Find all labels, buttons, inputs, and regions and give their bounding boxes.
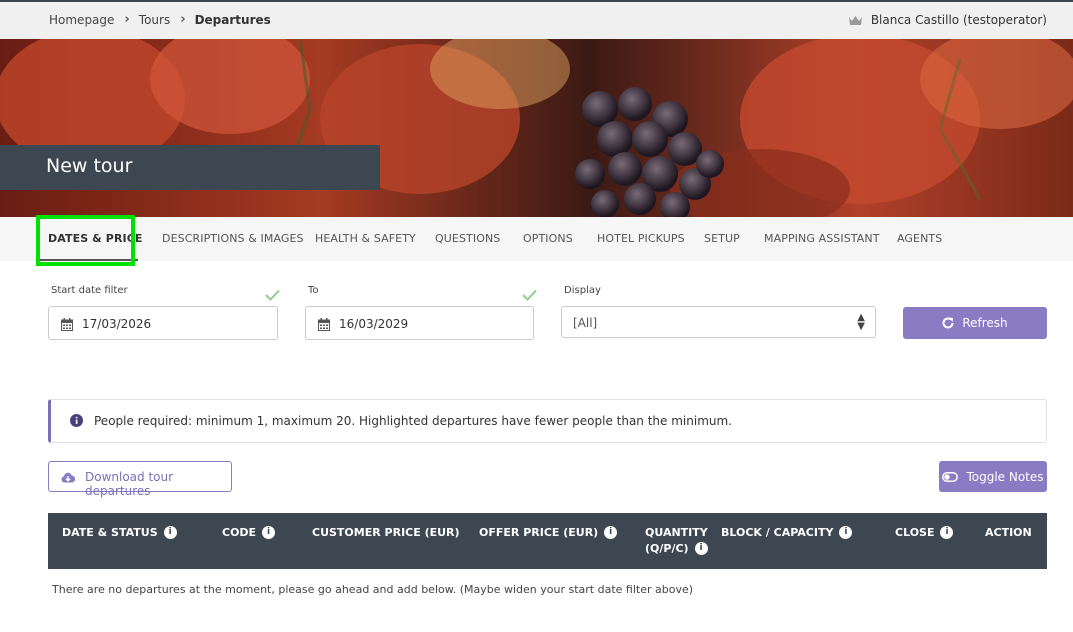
tab-hotel-pickups[interactable]: HOTEL PICKUPS: [597, 232, 685, 245]
breadcrumb-current: Departures: [194, 12, 271, 27]
col-code[interactable]: CODE i: [222, 526, 276, 539]
col-close[interactable]: CLOSE i: [895, 526, 954, 539]
tab-bar: DATES & PRICE DESCRIPTIONS & IMAGES HEAL…: [0, 217, 1073, 261]
to-date-label: To: [308, 285, 319, 296]
tab-descriptions-images[interactable]: DESCRIPTIONS & IMAGES: [162, 232, 304, 245]
info-icon: [70, 414, 83, 427]
col-code-label: CODE: [222, 526, 257, 539]
sort-arrows-icon: ▲ ▼: [857, 312, 865, 332]
hero-title-bar: New tour: [0, 145, 380, 190]
calendar-icon: [318, 318, 330, 331]
start-date-value: 17/03/2026: [82, 317, 152, 331]
empty-table-message: There are no departures at the moment, p…: [52, 583, 694, 596]
tab-health-safety[interactable]: HEALTH & SAFETY: [315, 232, 416, 245]
tab-mapping-assistant[interactable]: MAPPING ASSISTANT: [764, 232, 880, 245]
info-icon[interactable]: i: [163, 526, 177, 539]
display-label: Display: [564, 285, 601, 296]
highlight-box: [36, 215, 135, 266]
departures-table-header: DATE & STATUS i CODE i CUSTOMER PRICE (EUR…: [48, 513, 1047, 569]
toggle-notes-label: Toggle Notes: [966, 469, 1044, 484]
col-block-capacity-label: BLOCK / CAPACITY: [721, 526, 834, 539]
page-title: New tour: [46, 155, 133, 177]
refresh-label: Refresh: [962, 316, 1008, 330]
tab-agents[interactable]: AGENTS: [897, 232, 942, 245]
top-bar: Homepage › Tours › Departures Blanca Cas…: [0, 2, 1073, 39]
col-quantity-sublabel: (Q/P/C): [645, 542, 689, 555]
start-date-input[interactable]: 17/03/2026: [48, 306, 278, 340]
tab-questions[interactable]: QUESTIONS: [435, 232, 500, 245]
chevron-right-icon: ›: [180, 12, 186, 27]
col-offer-price-label: OFFER PRICE (EUR): [479, 526, 599, 539]
breadcrumb-tours[interactable]: Tours: [139, 13, 170, 27]
tab-options[interactable]: OPTIONS: [523, 232, 573, 245]
to-date-value: 16/03/2029: [339, 317, 409, 331]
crown-icon: [848, 15, 862, 25]
col-quantity-label: QUANTITY: [645, 526, 708, 539]
col-offer-price[interactable]: OFFER PRICE (EUR) i: [479, 526, 618, 539]
user-name: Blanca Castillo: [870, 13, 960, 27]
info-icon[interactable]: i: [839, 526, 853, 539]
refresh-icon: [942, 317, 954, 329]
col-customer-price-label: CUSTOMER PRICE (EUR): [312, 526, 460, 539]
info-icon[interactable]: i: [262, 526, 276, 539]
start-date-label: Start date filter: [51, 285, 128, 296]
col-date-status[interactable]: DATE & STATUS i: [62, 526, 177, 539]
breadcrumb-homepage[interactable]: Homepage: [49, 13, 114, 27]
download-label: Download tour departures: [85, 470, 174, 498]
col-date-status-label: DATE & STATUS: [62, 526, 158, 539]
download-departures-button[interactable]: Download tour departures: [48, 461, 232, 498]
col-action: ACTION: [985, 526, 1032, 539]
info-icon[interactable]: i: [694, 542, 708, 555]
check-icon: [522, 289, 537, 301]
col-customer-price[interactable]: CUSTOMER PRICE (EUR): [312, 526, 460, 539]
breadcrumb: Homepage › Tours › Departures: [49, 12, 271, 27]
info-icon[interactable]: i: [604, 526, 618, 539]
tab-setup[interactable]: SETUP: [704, 232, 740, 245]
cloud-download-icon: [61, 472, 75, 483]
col-block-capacity[interactable]: BLOCK / CAPACITY i: [721, 526, 853, 539]
chevron-right-icon: ›: [124, 12, 130, 27]
calendar-icon: [61, 318, 73, 331]
user-username: (testoperator): [962, 13, 1047, 27]
toggle-notes-button[interactable]: Toggle Notes: [939, 461, 1047, 492]
col-quantity[interactable]: QUANTITY (Q/P/C) i: [645, 526, 708, 555]
hero-banner: New tour: [0, 39, 1073, 217]
info-alert: People required: minimum 1, maximum 20. …: [48, 399, 1047, 443]
user-menu[interactable]: Blanca Castillo (testoperator): [848, 13, 1047, 27]
hero-image: [0, 39, 1073, 217]
display-select[interactable]: [All] ▲ ▼: [561, 306, 876, 338]
check-icon: [265, 289, 280, 301]
toggle-icon: [942, 471, 959, 482]
to-date-input[interactable]: 16/03/2029: [305, 306, 534, 340]
col-close-label: CLOSE: [895, 526, 935, 539]
col-action-label: ACTION: [985, 526, 1032, 539]
refresh-button[interactable]: Refresh: [903, 307, 1047, 339]
display-value: [All]: [573, 316, 598, 330]
info-icon[interactable]: i: [940, 526, 954, 539]
alert-text: People required: minimum 1, maximum 20. …: [94, 414, 732, 428]
